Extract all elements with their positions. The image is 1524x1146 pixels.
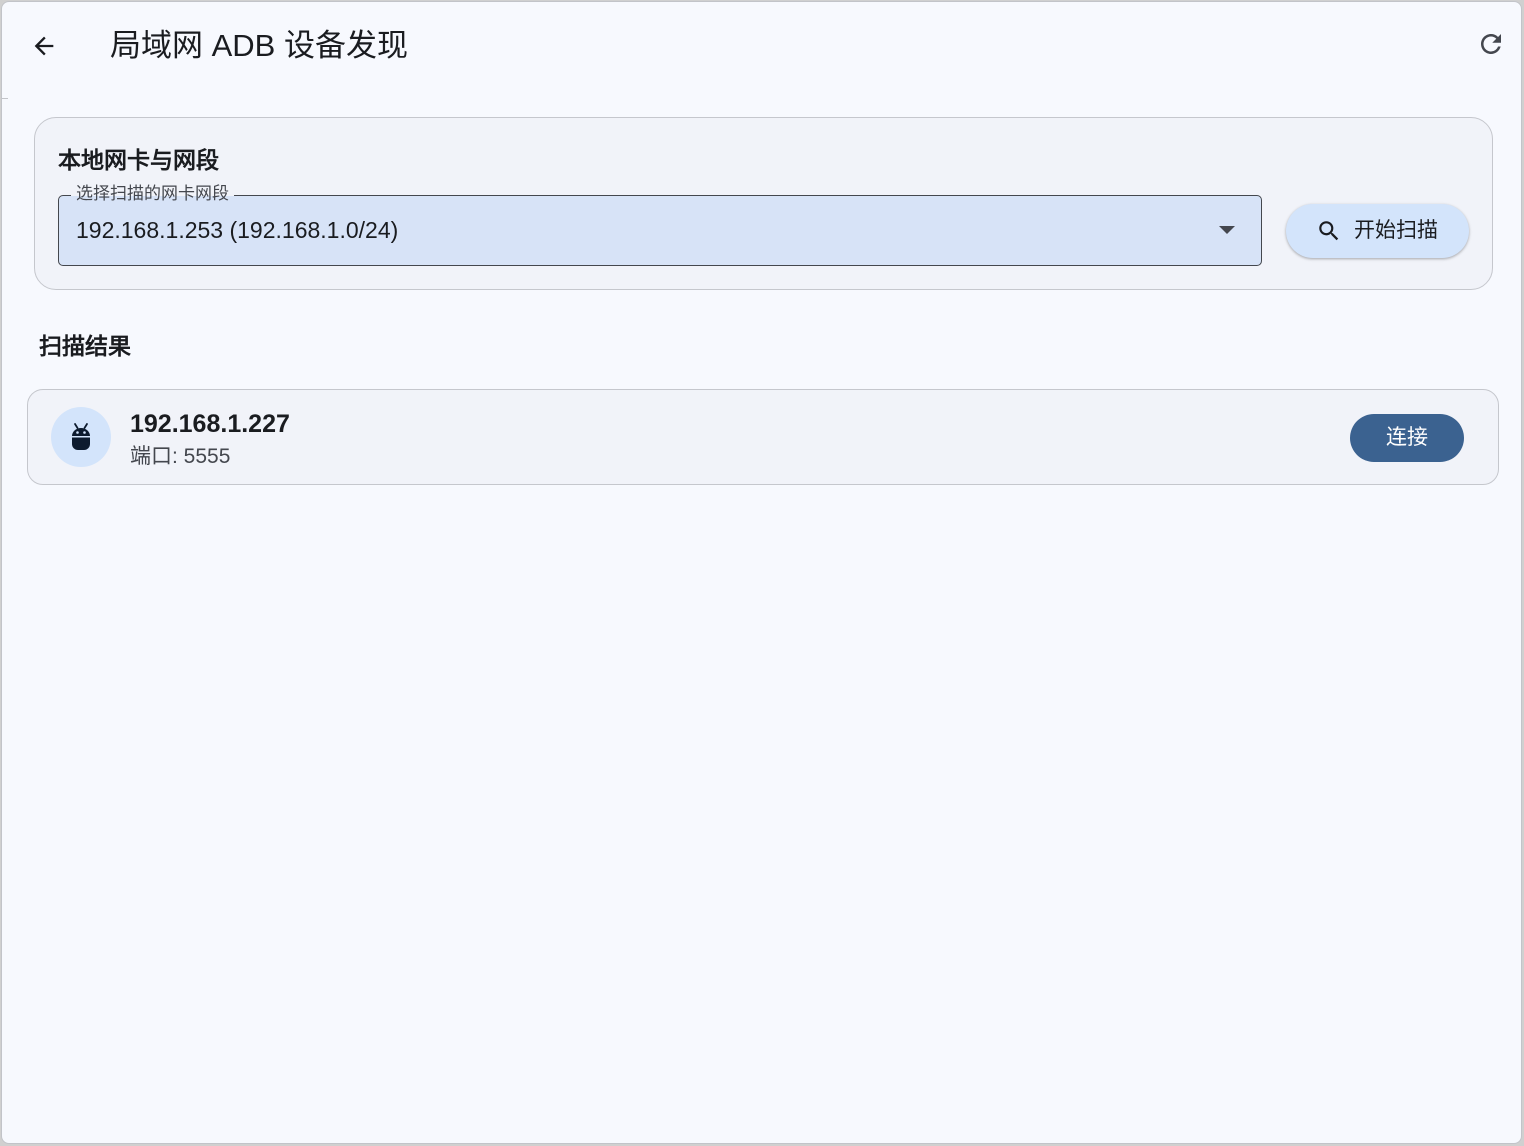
network-segment-select[interactable]: 选择扫描的网卡网段 192.168.1.253 (192.168.1.0/24) <box>58 183 1262 266</box>
refresh-button[interactable] <box>1469 22 1513 66</box>
connect-button-label: 连接 <box>1386 426 1428 449</box>
results-section-title: 扫描结果 <box>39 333 131 359</box>
top-app-bar: 局域网 ADB 设备发现 <box>2 2 1521 90</box>
device-port: 端口: 5555 <box>130 445 231 468</box>
arrow-back-icon <box>34 36 54 56</box>
network-interface-card: 本地网卡与网段 选择扫描的网卡网段 192.168.1.253 (192.168… <box>34 117 1493 290</box>
page-title: 局域网 ADB 设备发现 <box>110 28 408 63</box>
back-button[interactable] <box>22 24 66 68</box>
dropdown-arrow-icon <box>1219 226 1235 234</box>
app-window: 局域网 ADB 设备发现 本地网卡与网段 选择扫描的网卡网段 192.168.1… <box>1 1 1522 1144</box>
search-icon <box>1319 221 1339 241</box>
start-scan-button[interactable]: 开始扫描 <box>1286 204 1469 258</box>
device-ip-address: 192.168.1.227 <box>130 410 290 438</box>
android-icon <box>72 423 90 450</box>
device-list-item: 192.168.1.227 端口: 5555 连接 <box>27 389 1499 485</box>
refresh-icon <box>1481 34 1501 54</box>
connect-button[interactable]: 连接 <box>1350 414 1464 462</box>
window-edge-divider <box>2 98 8 99</box>
network-select-value: 192.168.1.253 (192.168.1.0/24) <box>76 217 399 243</box>
device-avatar <box>51 407 111 467</box>
network-card-title: 本地网卡与网段 <box>58 147 219 173</box>
network-select-label: 选择扫描的网卡网段 <box>71 183 234 205</box>
start-scan-label: 开始扫描 <box>1354 219 1438 242</box>
